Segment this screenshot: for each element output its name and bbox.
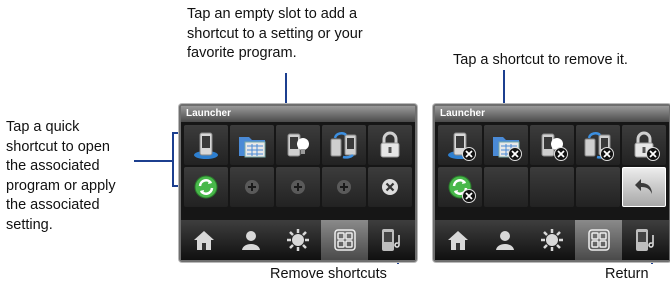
add-slot-icon — [337, 180, 351, 194]
empty-slot — [530, 167, 574, 207]
callout-line: favorite program. — [187, 45, 297, 61]
tab-home[interactable] — [181, 220, 228, 260]
tab-settings[interactable] — [529, 220, 576, 260]
launcher-title: Launcher — [435, 106, 669, 122]
tab-music[interactable] — [622, 220, 669, 260]
callout-line: the associated — [6, 158, 100, 174]
add-slot-icon — [245, 180, 259, 194]
people-icon — [496, 231, 515, 250]
home-icon — [448, 231, 469, 250]
tab-home[interactable] — [435, 220, 482, 260]
shortcut-slot[interactable] — [576, 125, 620, 165]
settings-icon — [540, 229, 563, 251]
tab-people[interactable] — [228, 220, 275, 260]
empty-slot — [576, 167, 620, 207]
shortcut-slot[interactable] — [530, 125, 574, 165]
shortcut-slot[interactable] — [276, 125, 320, 165]
home-icon — [194, 231, 215, 250]
shortcut-slot[interactable] — [322, 125, 366, 165]
phone-device-icon — [194, 132, 218, 159]
callout-return: Return — [605, 266, 649, 282]
add-slot[interactable] — [322, 167, 366, 207]
return-icon — [635, 179, 652, 194]
tab-launcher[interactable] — [575, 220, 623, 260]
callout-left: Tap a quick shortcut to open the associa… — [6, 118, 116, 235]
add-slot-icon — [291, 180, 305, 194]
shortcut-slot[interactable] — [622, 125, 666, 165]
sync-devices-icon — [330, 132, 357, 159]
callout-top-center: Tap an empty slot to add a shortcut to a… — [187, 5, 363, 64]
shortcut-slot[interactable] — [438, 167, 482, 207]
calendar-folder-icon — [239, 137, 266, 158]
refresh-icon — [194, 175, 218, 199]
tab-settings[interactable] — [275, 220, 322, 260]
bottom-tab-bar — [435, 220, 669, 260]
remove-badge-icon[interactable] — [462, 147, 476, 161]
remove-icon — [382, 179, 398, 195]
settings-icon — [286, 229, 309, 251]
shortcut-slot[interactable] — [368, 125, 412, 165]
return-button[interactable] — [622, 167, 666, 207]
tab-launcher[interactable] — [321, 220, 369, 260]
music-icon — [635, 229, 654, 251]
callout-top-right: Tap a shortcut to remove it. — [453, 52, 628, 68]
shortcut-slot[interactable] — [484, 125, 528, 165]
callout-line: shortcut to a setting or your — [187, 25, 363, 42]
callout-remove-shortcuts: Remove shortcuts — [270, 266, 387, 282]
callout-line: shortcut to open — [6, 138, 110, 155]
shortcut-grid — [438, 125, 666, 207]
tab-people[interactable] — [482, 220, 529, 260]
launcher-screen-right: Launcher — [433, 104, 670, 262]
add-slot[interactable] — [276, 167, 320, 207]
people-icon — [242, 231, 261, 250]
add-slot[interactable] — [230, 167, 274, 207]
shortcut-slot[interactable] — [438, 125, 482, 165]
launcher-screen-left: Launcher — [179, 104, 417, 262]
tab-music[interactable] — [368, 220, 415, 260]
leader-bracket — [172, 132, 174, 185]
callout-line: setting. — [6, 216, 53, 233]
remove-badge-icon[interactable] — [462, 189, 476, 203]
callout-line: Tap an empty slot to add a — [187, 6, 358, 22]
remove-shortcuts-button[interactable] — [368, 167, 412, 207]
launcher-icon — [334, 229, 356, 251]
remove-badge-icon[interactable] — [508, 147, 522, 161]
shortcut-slot[interactable] — [230, 125, 274, 165]
remove-badge-icon[interactable] — [554, 147, 568, 161]
shortcut-slot[interactable] — [184, 125, 228, 165]
music-icon — [381, 229, 400, 251]
callout-line: the associated — [6, 197, 100, 213]
leader-line — [134, 160, 174, 162]
launcher-icon — [588, 229, 610, 251]
launcher-title: Launcher — [181, 106, 415, 122]
shortcut-grid — [184, 125, 412, 207]
remove-badge-icon[interactable] — [600, 147, 614, 161]
remove-badge-icon[interactable] — [646, 147, 660, 161]
callout-line: program or apply — [6, 177, 116, 194]
empty-slot — [484, 167, 528, 207]
light-bulb-icon — [287, 133, 309, 157]
padlock-icon — [380, 131, 400, 158]
shortcut-slot[interactable] — [184, 167, 228, 207]
callout-line: Tap a quick — [6, 119, 80, 135]
bottom-tab-bar — [181, 220, 415, 260]
